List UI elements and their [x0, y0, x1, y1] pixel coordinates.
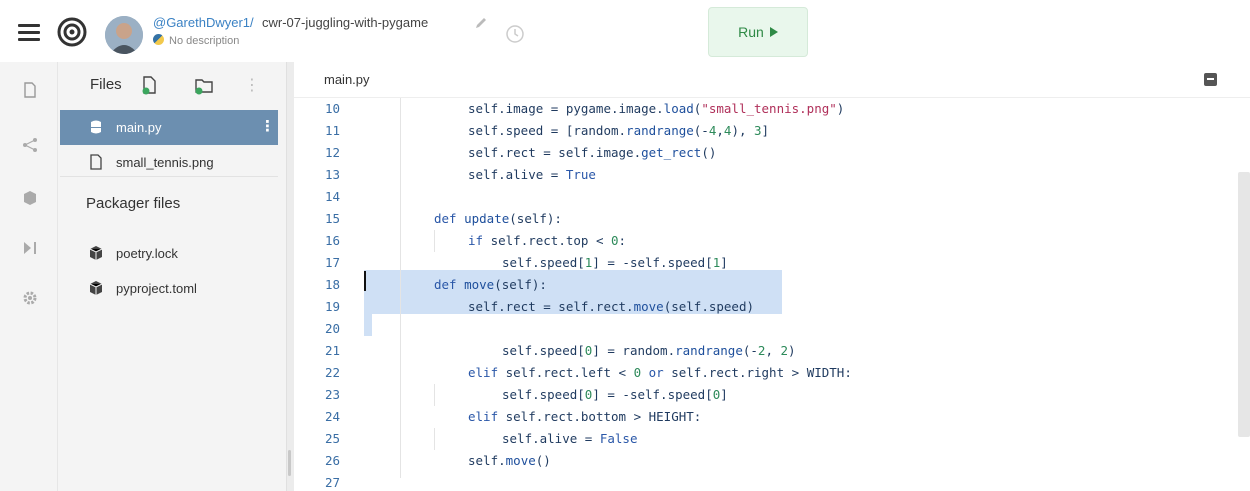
- code-text: self.rect = self.image.get_rect(): [468, 145, 717, 160]
- package-icon[interactable]: [22, 190, 38, 206]
- add-folder-icon[interactable]: [194, 75, 214, 95]
- file-item-small-tennis-png[interactable]: small_tennis.png: [60, 145, 278, 180]
- file-icon[interactable]: [22, 82, 38, 98]
- line-number: 10: [324, 101, 340, 116]
- code-text: self.speed[0] = -self.speed[0]: [502, 387, 728, 402]
- line-number: 18: [324, 277, 340, 292]
- run-button[interactable]: Run: [708, 7, 808, 57]
- code-text: self.image = pygame.image.load("small_te…: [468, 101, 845, 116]
- vertical-scrollbar[interactable]: [1238, 172, 1250, 437]
- play-icon: [769, 27, 778, 37]
- code-text: self.move(): [468, 453, 551, 468]
- package-icon: [89, 281, 103, 295]
- code-line[interactable]: 11 self.speed = [random.randrange(-4,4), …: [294, 120, 1234, 142]
- code-text: if self.rect.top < 0:: [468, 233, 627, 248]
- code-line[interactable]: 13 self.alive = True: [294, 164, 1234, 186]
- line-number: 12: [324, 145, 340, 160]
- line-number: 20: [324, 321, 340, 336]
- code-text: self.speed[0] = random.randrange(-2, 2): [502, 343, 796, 358]
- code-text: def update(self):: [434, 211, 562, 226]
- line-number: 24: [324, 409, 340, 424]
- code-line[interactable]: 18 def move(self):: [294, 274, 1234, 296]
- file-item-main-py[interactable]: main.py ⋮: [60, 110, 278, 145]
- tab-main-py[interactable]: main.py: [324, 72, 370, 87]
- line-number: 21: [324, 343, 340, 358]
- code-text: self.speed = [random.randrange(-4,4), 3]: [468, 123, 770, 138]
- editor-tab-bar: main.py: [294, 62, 1250, 98]
- code-line[interactable]: 15 def update(self):: [294, 208, 1234, 230]
- code-line[interactable]: 21 self.speed[0] = random.randrange(-2, 2…: [294, 340, 1234, 362]
- code-text: self.speed[1] = -self.speed[1]: [502, 255, 728, 270]
- line-number: 23: [324, 387, 340, 402]
- python-file-icon: [91, 120, 101, 134]
- history-icon[interactable]: [504, 23, 526, 45]
- code-text: elif self.rect.left < 0 or self.rect.rig…: [468, 365, 852, 380]
- code-line[interactable]: 27: [294, 472, 1234, 491]
- editor-layout-icon[interactable]: [1204, 73, 1217, 86]
- line-number: 27: [324, 475, 340, 490]
- code-line[interactable]: 12 self.rect = self.image.get_rect(): [294, 142, 1234, 164]
- line-number: 25: [324, 431, 340, 446]
- file-menu-icon[interactable]: ⋮: [260, 117, 275, 135]
- files-title: Files: [90, 76, 122, 93]
- python-icon: [153, 34, 164, 45]
- avatar[interactable]: [105, 16, 143, 54]
- description: No description: [153, 34, 239, 47]
- resize-handle[interactable]: [288, 450, 291, 476]
- line-number: 15: [324, 211, 340, 226]
- code-text: self.alive = True: [468, 167, 596, 182]
- file-item-poetry-lock[interactable]: poetry.lock: [60, 236, 278, 271]
- code-line[interactable]: 22 elif self.rect.left < 0 or self.rect.r…: [294, 362, 1234, 384]
- line-number: 17: [324, 255, 340, 270]
- add-file-icon[interactable]: [140, 75, 160, 95]
- file-item-pyproject-toml[interactable]: pyproject.toml: [60, 271, 278, 306]
- file-icon: [90, 154, 102, 170]
- share-icon[interactable]: [22, 137, 38, 153]
- code-text: elif self.rect.bottom > HEIGHT:: [468, 409, 702, 424]
- code-line[interactable]: 19 self.rect = self.rect.move(self.speed): [294, 296, 1234, 318]
- sidebar-rail: [0, 62, 58, 491]
- code-line[interactable]: 10 self.image = pygame.image.load("small_…: [294, 98, 1234, 120]
- repl-name[interactable]: cwr-07-juggling-with-pygame: [262, 15, 428, 30]
- top-bar: @GarethDwyer1/ cwr-07-juggling-with-pyga…: [0, 0, 1250, 62]
- package-icon: [89, 246, 103, 260]
- repl-owner-link[interactable]: @GarethDwyer1/: [153, 15, 254, 30]
- line-number: 16: [324, 233, 340, 248]
- code-line[interactable]: 20: [294, 318, 1234, 340]
- panel-divider[interactable]: [286, 62, 294, 491]
- code-line[interactable]: 16 if self.rect.top < 0:: [294, 230, 1234, 252]
- menu-icon[interactable]: [18, 24, 40, 41]
- code-line[interactable]: 14: [294, 186, 1234, 208]
- code-line[interactable]: 17 self.speed[1] = -self.speed[1]: [294, 252, 1234, 274]
- line-number: 13: [324, 167, 340, 182]
- code-text: self.alive = False: [502, 431, 638, 446]
- line-number: 22: [324, 365, 340, 380]
- divider: [60, 176, 278, 177]
- debugger-icon[interactable]: [22, 240, 38, 256]
- packager-files-title: Packager files: [86, 195, 181, 212]
- files-panel: Files ⋮ main.py ⋮ small_tennis.png Packa…: [58, 62, 286, 491]
- code-area[interactable]: 10 self.image = pygame.image.load("small_…: [294, 98, 1234, 491]
- line-number: 14: [324, 189, 340, 204]
- replit-logo-icon[interactable]: [57, 17, 87, 47]
- code-line[interactable]: 23 self.speed[0] = -self.speed[0]: [294, 384, 1234, 406]
- files-more-icon[interactable]: ⋮: [244, 75, 260, 95]
- files-header: Files ⋮: [58, 62, 286, 106]
- line-number: 11: [324, 123, 340, 138]
- line-number: 26: [324, 453, 340, 468]
- code-text: def move(self):: [434, 277, 547, 292]
- code-line[interactable]: 25 self.alive = False: [294, 428, 1234, 450]
- settings-gear-icon[interactable]: [22, 290, 38, 306]
- code-editor[interactable]: main.py 10 self.image = pygame.image.load…: [294, 62, 1250, 491]
- code-line[interactable]: 26 self.move(): [294, 450, 1234, 472]
- line-number: 19: [324, 299, 340, 314]
- pencil-icon[interactable]: [474, 16, 488, 30]
- code-text: self.rect = self.rect.move(self.speed): [468, 299, 754, 314]
- code-line[interactable]: 24 elif self.rect.bottom > HEIGHT:: [294, 406, 1234, 428]
